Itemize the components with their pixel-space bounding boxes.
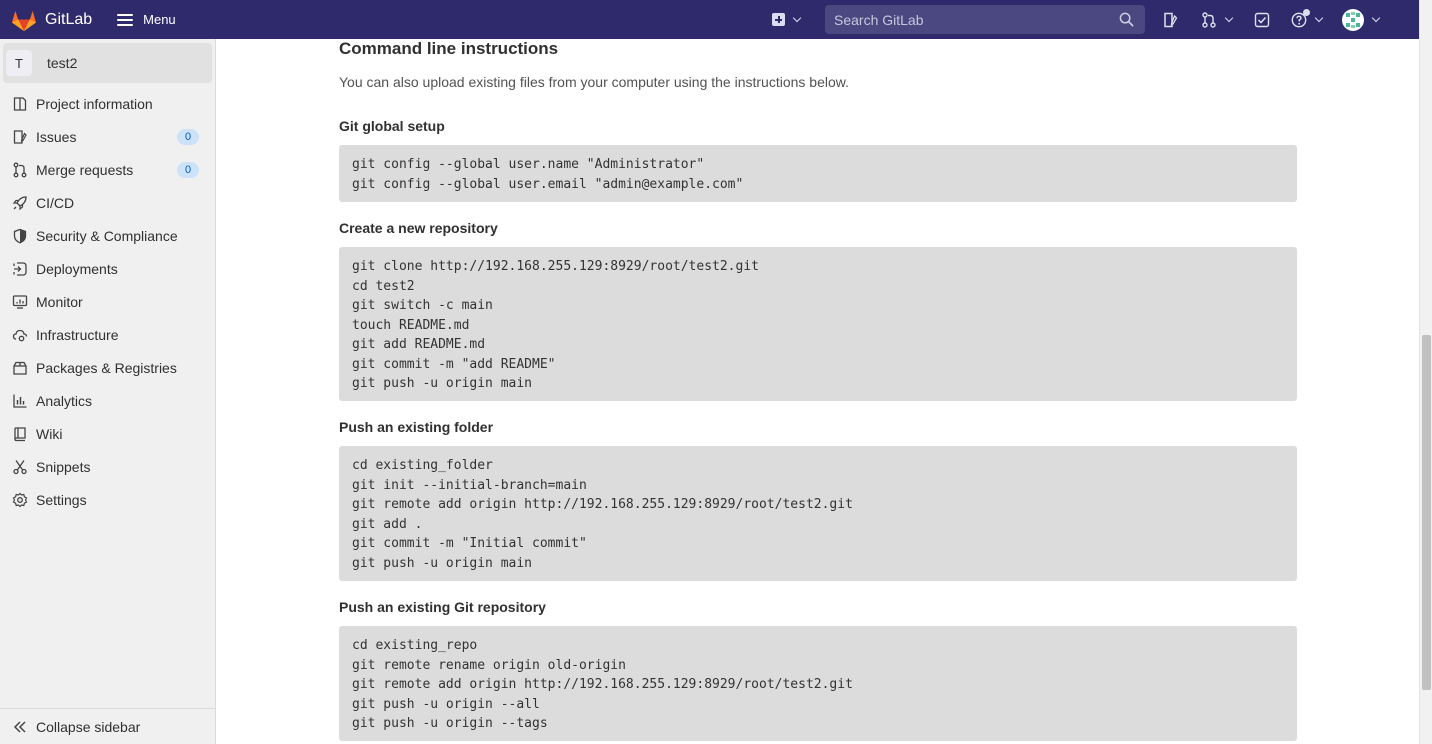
issues-count-badge: 0: [177, 129, 199, 145]
section-heading: Push an existing Git repository: [339, 599, 546, 615]
page-scrollbar[interactable]: [1419, 0, 1432, 744]
new-dropdown-button[interactable]: [772, 13, 802, 26]
sidebar-item-deployments[interactable]: Deployments: [0, 252, 215, 285]
sidebar-item-wiki[interactable]: Wiki: [0, 417, 215, 450]
main-menu-button[interactable]: Menu: [117, 12, 176, 27]
navbar-right: [770, 0, 1381, 39]
sidebar-item-label: Deployments: [36, 260, 118, 277]
merge-requests-dropdown[interactable]: [1201, 11, 1234, 28]
code-text[interactable]: git clone http://192.168.255.129:8929/ro…: [352, 257, 1284, 394]
merge-requests-count-badge: 0: [177, 162, 199, 178]
chevron-down-icon: [1314, 13, 1324, 23]
search-icon: [1119, 12, 1134, 27]
section-heading: Git global setup: [339, 118, 445, 134]
sidebar-item-label: Project information: [36, 95, 153, 112]
project-header[interactable]: T test2: [3, 43, 212, 83]
code-block-new-repository[interactable]: git clone http://192.168.255.129:8929/ro…: [339, 247, 1297, 401]
hamburger-icon: [117, 13, 134, 26]
shield-icon: [12, 228, 28, 244]
search-input[interactable]: [825, 11, 1105, 28]
collapse-sidebar-label: Collapse sidebar: [36, 718, 141, 735]
monitor-icon: [12, 294, 28, 310]
plus-square-icon: [772, 13, 785, 26]
deployments-icon: [12, 261, 28, 277]
sidebar-item-label: Merge requests: [36, 161, 134, 178]
todo-icon[interactable]: [1254, 12, 1270, 28]
sidebar-item-label: Issues: [36, 128, 77, 145]
chevron-down-icon: [792, 13, 802, 23]
user-menu-dropdown[interactable]: [1342, 8, 1381, 31]
code-block-global-setup[interactable]: git config --global user.name "Administr…: [339, 145, 1297, 202]
sidebar-item-label: Settings: [36, 491, 87, 508]
section-heading: Push an existing folder: [339, 419, 494, 435]
merge-request-icon: [1202, 11, 1216, 28]
code-text[interactable]: cd existing_folder git init --initial-br…: [352, 456, 1284, 573]
sidebar-item-analytics[interactable]: Analytics: [0, 384, 215, 417]
cloud-gear-icon: [12, 327, 28, 343]
code-block-existing-folder[interactable]: cd existing_folder git init --initial-br…: [339, 446, 1297, 581]
merge-request-icon: [12, 162, 28, 178]
collapse-sidebar-button[interactable]: Collapse sidebar: [0, 708, 215, 744]
double-chevron-left-icon: [12, 719, 28, 735]
sidebar-item-label: Wiki: [36, 425, 63, 442]
sidebar-item-label: Infrastructure: [36, 326, 119, 343]
sidebar-item-packages-registries[interactable]: Packages & Registries: [0, 351, 215, 384]
sidebar-item-monitor[interactable]: Monitor: [0, 285, 215, 318]
book-icon: [12, 426, 28, 442]
package-icon: [12, 360, 28, 376]
project-icon: [12, 96, 28, 112]
issues-icon: [12, 129, 28, 145]
code-block-existing-git-repository[interactable]: cd existing_repo git remote rename origi…: [339, 626, 1297, 741]
chevron-down-icon: [1224, 13, 1234, 23]
sidebar-item-ci-cd[interactable]: CI/CD: [0, 186, 215, 219]
section-heading: Create a new repository: [339, 220, 498, 236]
notification-dot-icon: [1303, 8, 1310, 16]
sidebar-item-merge-requests[interactable]: Merge requests 0: [0, 153, 215, 186]
sidebar: T test2 Project information Issues 0 Mer…: [0, 39, 216, 744]
sidebar-item-project-information[interactable]: Project information: [0, 87, 215, 120]
project-avatar: T: [6, 50, 32, 76]
page-section-title: Command line instructions: [339, 39, 559, 58]
sidebar-item-label: Snippets: [36, 458, 91, 475]
sidebar-item-infrastructure[interactable]: Infrastructure: [0, 318, 215, 351]
gitlab-home-link[interactable]: GitLab: [11, 0, 92, 39]
chevron-down-icon: [1371, 13, 1381, 23]
main-content: Command line instructions You can also u…: [217, 39, 1419, 744]
menu-label: Menu: [143, 12, 176, 27]
sidebar-item-label: Packages & Registries: [36, 359, 177, 376]
brand-name: GitLab: [45, 10, 93, 28]
user-avatar: [1342, 8, 1364, 31]
scrollbar-thumb[interactable]: [1422, 335, 1431, 690]
sidebar-item-label: Security & Compliance: [36, 227, 178, 244]
code-text[interactable]: git config --global user.name "Administr…: [352, 155, 1284, 194]
top-navbar: GitLab Menu: [0, 0, 1419, 39]
project-name: test2: [47, 55, 78, 71]
section-description: You can also upload existing files from …: [339, 74, 849, 90]
navbar-actions: [1162, 0, 1381, 39]
gitlab-logo-icon: [12, 10, 36, 31]
rocket-icon: [12, 195, 28, 211]
scissors-icon: [12, 459, 28, 475]
sidebar-item-security-compliance[interactable]: Security & Compliance: [0, 219, 215, 252]
issues-icon[interactable]: [1162, 12, 1178, 28]
gear-icon: [12, 492, 28, 508]
sidebar-item-issues[interactable]: Issues 0: [0, 120, 215, 153]
help-dropdown[interactable]: [1291, 8, 1324, 28]
sidebar-item-label: Monitor: [36, 293, 83, 310]
sidebar-item-snippets[interactable]: Snippets: [0, 450, 215, 483]
sidebar-item-label: Analytics: [36, 392, 93, 409]
sidebar-item-settings[interactable]: Settings: [0, 483, 215, 516]
chart-icon: [12, 393, 28, 409]
search-box[interactable]: [825, 5, 1145, 34]
sidebar-item-label: CI/CD: [36, 194, 75, 211]
code-text[interactable]: cd existing_repo git remote rename origi…: [352, 636, 1284, 734]
